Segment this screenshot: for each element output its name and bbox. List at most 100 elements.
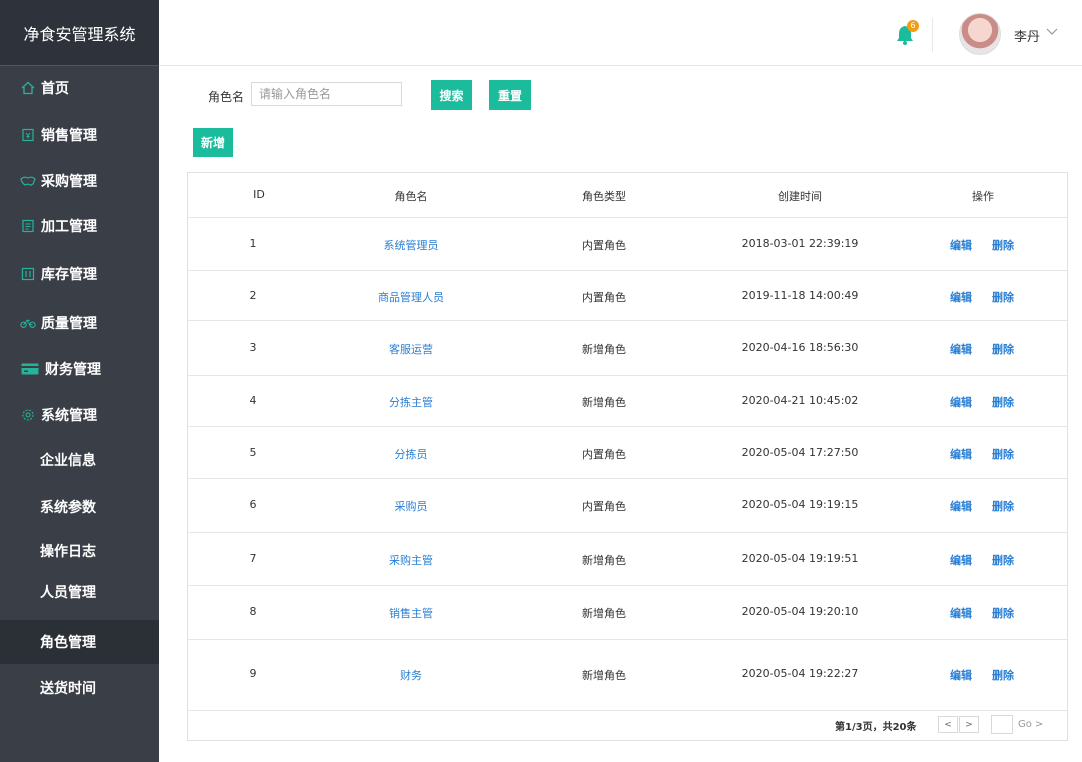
- table-row: 9 财务 新增角色 2020-05-04 19:22:27 编辑 删除: [188, 640, 1067, 711]
- role-name-input[interactable]: [251, 82, 402, 106]
- edit-link[interactable]: 编辑: [945, 237, 977, 253]
- user-name[interactable]: 李丹: [1014, 26, 1040, 45]
- cell-role-name[interactable]: 系统管理员: [361, 237, 461, 253]
- header-divider: [932, 18, 933, 52]
- cell-created-time: 2020-05-04 19:19:15: [741, 498, 859, 511]
- sidebar-item-label: 系统管理: [41, 408, 97, 424]
- sidebar-item-purchase[interactable]: 采购管理: [0, 159, 159, 203]
- sidebar-item-home[interactable]: 首页: [0, 66, 159, 110]
- cell-id: 8: [249, 605, 257, 618]
- table-row: 8 销售主管 新增角色 2020-05-04 19:20:10 编辑 删除: [188, 586, 1067, 640]
- edit-link[interactable]: 编辑: [945, 289, 977, 305]
- chevron-down-icon[interactable]: [1045, 24, 1059, 38]
- sidebar-subitem-operation-log[interactable]: 操作日志: [0, 529, 159, 573]
- table-row: 4 分拣主管 新增角色 2020-04-21 10:45:02 编辑 删除: [188, 376, 1067, 427]
- cell-id: 7: [249, 552, 257, 565]
- add-role-button[interactable]: 新增: [193, 128, 233, 157]
- cell-role-name[interactable]: 分拣主管: [361, 394, 461, 410]
- delete-link[interactable]: 删除: [987, 394, 1019, 410]
- cell-role-name[interactable]: 采购员: [361, 498, 461, 514]
- inventory-icon: [20, 266, 36, 282]
- table-header: ID 角色名 角色类型 创建时间 操作: [188, 173, 1067, 218]
- cell-role-type: 内置角色: [582, 448, 626, 461]
- sidebar: 净食安管理系统 首页 销售管理 采购管理 加工管理 库存管理 质量管理 财务管理…: [0, 0, 159, 762]
- cell-created-time: 2020-04-16 18:56:30: [741, 341, 859, 354]
- sidebar-item-processing[interactable]: 加工管理: [0, 204, 159, 248]
- sidebar-item-label: 库存管理: [41, 267, 97, 283]
- edit-link[interactable]: 编辑: [945, 394, 977, 410]
- table-row: 3 客服运营 新增角色 2020-04-16 18:56:30 编辑 删除: [188, 321, 1067, 376]
- delete-link[interactable]: 删除: [987, 341, 1019, 357]
- cell-role-name[interactable]: 销售主管: [361, 605, 461, 621]
- edit-link[interactable]: 编辑: [945, 667, 977, 683]
- cell-role-type: 新增角色: [582, 669, 626, 682]
- gear-icon: [20, 407, 36, 423]
- sidebar-subitem-company-info[interactable]: 企业信息: [0, 438, 159, 482]
- edit-link[interactable]: 编辑: [945, 446, 977, 462]
- sales-icon: [20, 127, 36, 143]
- delete-link[interactable]: 删除: [987, 446, 1019, 462]
- top-header: 6 李丹: [159, 0, 1082, 66]
- reset-button[interactable]: 重置: [489, 80, 531, 110]
- sidebar-subitem-staff[interactable]: 人员管理: [0, 570, 159, 614]
- process-icon: [20, 218, 36, 234]
- cell-id: 6: [249, 498, 257, 511]
- delete-link[interactable]: 删除: [987, 667, 1019, 683]
- sidebar-item-sales[interactable]: 销售管理: [0, 113, 159, 157]
- cell-role-name[interactable]: 分拣员: [361, 446, 461, 462]
- edit-link[interactable]: 编辑: [945, 552, 977, 568]
- cell-role-type: 新增角色: [582, 554, 626, 567]
- sidebar-item-inventory[interactable]: 库存管理: [0, 252, 159, 296]
- sidebar-subitem-roles[interactable]: 角色管理: [0, 620, 159, 664]
- table-row: 7 采购主管 新增角色 2020-05-04 19:19:51 编辑 删除: [188, 533, 1067, 586]
- edit-link[interactable]: 编辑: [945, 498, 977, 514]
- cell-created-time: 2020-05-04 19:22:27: [741, 667, 859, 680]
- cell-created-time: 2018-03-01 22:39:19: [741, 237, 859, 250]
- cell-role-type: 新增角色: [582, 396, 626, 409]
- roles-table: ID 角色名 角色类型 创建时间 操作 1 系统管理员 内置角色 2018-03…: [187, 172, 1068, 741]
- cell-created-time: 2020-05-04 19:20:10: [741, 605, 859, 618]
- sidebar-item-finance[interactable]: 财务管理: [0, 347, 159, 391]
- delete-link[interactable]: 删除: [987, 552, 1019, 568]
- sidebar-item-system[interactable]: 系统管理: [0, 393, 159, 437]
- sidebar-subitem-label: 系统参数: [40, 500, 96, 516]
- delete-link[interactable]: 删除: [987, 289, 1019, 305]
- cell-role-name[interactable]: 商品管理人员: [361, 289, 461, 305]
- column-header-role-name: 角色名: [394, 190, 428, 203]
- table-row: 6 采购员 内置角色 2020-05-04 19:19:15 编辑 删除: [188, 479, 1067, 533]
- cell-created-time: 2019-11-18 14:00:49: [741, 289, 859, 302]
- cell-id: 4: [249, 394, 257, 407]
- cell-role-name[interactable]: 采购主管: [361, 552, 461, 568]
- edit-link[interactable]: 编辑: [945, 341, 977, 357]
- go-page-button[interactable]: Go >: [1018, 719, 1043, 730]
- sidebar-subitem-delivery-time[interactable]: 送货时间: [0, 666, 159, 710]
- cell-created-time: 2020-04-21 10:45:02: [741, 394, 859, 407]
- home-icon: [20, 80, 36, 96]
- card-icon: [20, 361, 40, 377]
- next-page-button[interactable]: >: [959, 716, 979, 733]
- search-button[interactable]: 搜索: [431, 80, 472, 110]
- delete-link[interactable]: 删除: [987, 237, 1019, 253]
- edit-link[interactable]: 编辑: [945, 605, 977, 621]
- pagination-summary: 第1/3页，共20条: [835, 722, 917, 733]
- sidebar-item-label: 加工管理: [41, 219, 97, 235]
- table-row: 1 系统管理员 内置角色 2018-03-01 22:39:19 编辑 删除: [188, 218, 1067, 271]
- cell-role-type: 新增角色: [582, 343, 626, 356]
- sidebar-item-label: 首页: [41, 81, 69, 97]
- sidebar-subitem-label: 企业信息: [40, 453, 96, 469]
- sidebar-item-label: 销售管理: [41, 128, 97, 144]
- delete-link[interactable]: 删除: [987, 498, 1019, 514]
- sidebar-item-label: 质量管理: [41, 316, 97, 332]
- avatar[interactable]: [959, 13, 1001, 55]
- prev-page-button[interactable]: <: [938, 716, 958, 733]
- cell-id: 3: [249, 341, 257, 354]
- cell-role-name[interactable]: 财务: [361, 667, 461, 683]
- delete-link[interactable]: 删除: [987, 605, 1019, 621]
- notification-badge: 6: [907, 20, 919, 32]
- role-name-label: 角色名: [208, 90, 245, 104]
- cell-role-name[interactable]: 客服运营: [361, 341, 461, 357]
- sidebar-subitem-system-params[interactable]: 系统参数: [0, 485, 159, 529]
- bike-icon: [20, 315, 36, 331]
- sidebar-item-quality[interactable]: 质量管理: [0, 301, 159, 345]
- page-number-input[interactable]: [991, 715, 1013, 734]
